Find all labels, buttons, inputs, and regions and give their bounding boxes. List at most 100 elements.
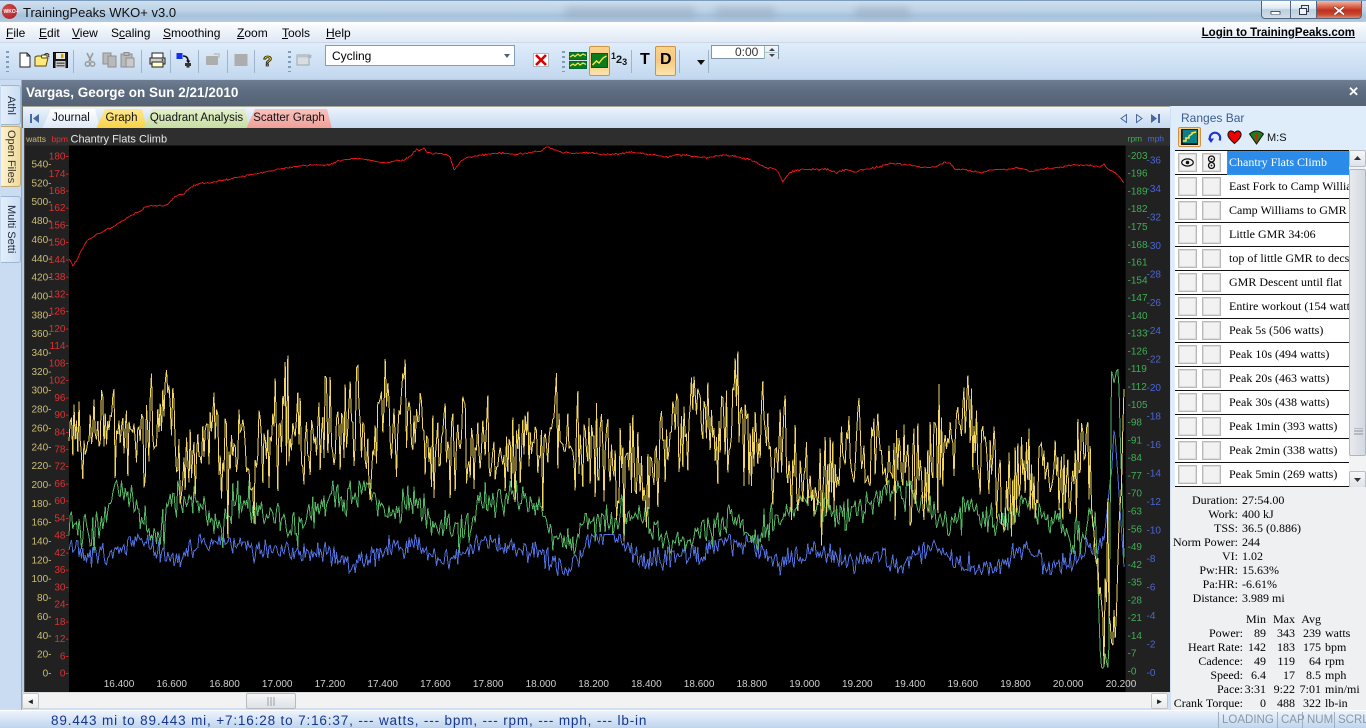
svg-text:114-: 114- xyxy=(50,341,69,352)
svg-text:260-: 260- xyxy=(31,423,51,434)
svg-text:19.600: 19.600 xyxy=(948,679,979,690)
svg-text:180-: 180- xyxy=(31,499,51,510)
svg-text:18.800: 18.800 xyxy=(737,679,768,690)
svg-text:80-: 80- xyxy=(37,593,51,604)
svg-text:-28: -28 xyxy=(1147,269,1162,280)
svg-text:-98: -98 xyxy=(1128,418,1143,429)
svg-text:?: ? xyxy=(263,53,272,68)
svg-text:-63: -63 xyxy=(1128,507,1143,518)
svg-text:19.000: 19.000 xyxy=(789,679,820,690)
svg-text:-32: -32 xyxy=(1147,212,1162,223)
svg-text:-0: -0 xyxy=(1128,667,1137,678)
svg-text:18-: 18- xyxy=(54,617,68,628)
svg-text:-175: -175 xyxy=(1128,222,1148,233)
svg-text:-24: -24 xyxy=(1147,326,1162,337)
svg-text:-147: -147 xyxy=(1128,293,1148,304)
svg-text:18.200: 18.200 xyxy=(578,679,609,690)
svg-text:-119: -119 xyxy=(1128,364,1148,375)
svg-text:144-: 144- xyxy=(49,255,69,266)
svg-text:18.000: 18.000 xyxy=(526,679,557,690)
svg-text:17.400: 17.400 xyxy=(367,679,398,690)
svg-text:rpm: rpm xyxy=(1128,134,1143,144)
svg-text:-70: -70 xyxy=(1128,489,1143,500)
svg-text:-49: -49 xyxy=(1128,542,1143,553)
svg-text:140-: 140- xyxy=(31,537,51,548)
svg-text:120-: 120- xyxy=(31,555,51,566)
svg-text:18.600: 18.600 xyxy=(684,679,715,690)
svg-text:36-: 36- xyxy=(54,565,68,576)
svg-text:-182: -182 xyxy=(1128,204,1148,215)
svg-text:-2: -2 xyxy=(1147,640,1156,651)
svg-text:168-: 168- xyxy=(49,186,69,197)
svg-text:-26: -26 xyxy=(1147,298,1162,309)
svg-text:200-: 200- xyxy=(31,480,51,491)
svg-text:17.000: 17.000 xyxy=(262,679,293,690)
svg-text:-189: -189 xyxy=(1128,186,1148,197)
svg-text:20.000: 20.000 xyxy=(1053,679,1084,690)
svg-text:-28: -28 xyxy=(1128,595,1143,606)
svg-text:-30: -30 xyxy=(1147,241,1162,252)
svg-text:138-: 138- xyxy=(49,272,69,283)
svg-text:-14: -14 xyxy=(1147,469,1162,480)
svg-text:-6: -6 xyxy=(1147,583,1156,594)
svg-text:-34: -34 xyxy=(1147,184,1162,195)
svg-text:132-: 132- xyxy=(49,289,69,300)
svg-text:108-: 108- xyxy=(49,358,69,369)
svg-text:-14: -14 xyxy=(1128,631,1143,642)
svg-text:-154: -154 xyxy=(1128,275,1148,286)
svg-text:20-: 20- xyxy=(37,650,51,661)
svg-text:-36: -36 xyxy=(1147,155,1162,166)
svg-text:-91: -91 xyxy=(1128,435,1143,446)
svg-text:60-: 60- xyxy=(37,612,51,623)
svg-text:-56: -56 xyxy=(1128,524,1143,535)
svg-text:150-: 150- xyxy=(49,238,69,249)
svg-text:160-: 160- xyxy=(31,518,51,529)
svg-text:bpm: bpm xyxy=(51,134,68,144)
svg-text:-12: -12 xyxy=(1147,497,1162,508)
svg-text:-161: -161 xyxy=(1128,258,1148,269)
svg-text:-22: -22 xyxy=(1147,355,1162,366)
svg-text:-112: -112 xyxy=(1128,382,1148,393)
svg-text:-126: -126 xyxy=(1128,347,1148,358)
svg-text:100-: 100- xyxy=(31,574,51,585)
svg-text:126-: 126- xyxy=(49,307,69,318)
svg-text:-133: -133 xyxy=(1128,329,1148,340)
svg-text:-10: -10 xyxy=(1147,526,1162,537)
svg-text:84-: 84- xyxy=(54,427,68,438)
svg-text:-77: -77 xyxy=(1128,471,1143,482)
svg-text:mph: mph xyxy=(1148,134,1165,144)
svg-text:240-: 240- xyxy=(31,442,51,453)
svg-text:-20: -20 xyxy=(1147,383,1162,394)
svg-text:-35: -35 xyxy=(1128,578,1143,589)
svg-text:watts: watts xyxy=(25,134,46,144)
svg-text:-21: -21 xyxy=(1128,613,1143,624)
svg-text:30-: 30- xyxy=(54,582,68,593)
svg-text:162-: 162- xyxy=(49,203,69,214)
svg-text:17.600: 17.600 xyxy=(420,679,451,690)
svg-text:12-: 12- xyxy=(54,634,68,645)
svg-text:90-: 90- xyxy=(54,410,68,421)
svg-text:78-: 78- xyxy=(54,445,68,456)
svg-text:156-: 156- xyxy=(49,221,69,232)
svg-text:54-: 54- xyxy=(54,513,68,524)
svg-text:19.200: 19.200 xyxy=(842,679,873,690)
svg-text:0-: 0- xyxy=(60,669,69,680)
svg-text:17.800: 17.800 xyxy=(473,679,504,690)
svg-text:60-: 60- xyxy=(54,496,68,507)
svg-text:-18: -18 xyxy=(1147,412,1162,423)
svg-text:6-: 6- xyxy=(60,651,69,662)
svg-text:-140: -140 xyxy=(1128,311,1148,322)
svg-text:96-: 96- xyxy=(54,393,68,404)
svg-text:-105: -105 xyxy=(1128,400,1148,411)
svg-text:72-: 72- xyxy=(54,462,68,473)
svg-text:-168: -168 xyxy=(1128,240,1148,251)
svg-text:-16: -16 xyxy=(1147,440,1162,451)
svg-text:-84: -84 xyxy=(1128,453,1143,464)
svg-text:16.800: 16.800 xyxy=(209,679,240,690)
svg-text:18.400: 18.400 xyxy=(631,679,662,690)
svg-text:102-: 102- xyxy=(49,376,69,387)
svg-text:48-: 48- xyxy=(54,531,68,542)
svg-text:42-: 42- xyxy=(54,548,68,559)
svg-text:-7: -7 xyxy=(1128,649,1137,660)
svg-text:280-: 280- xyxy=(31,405,51,416)
